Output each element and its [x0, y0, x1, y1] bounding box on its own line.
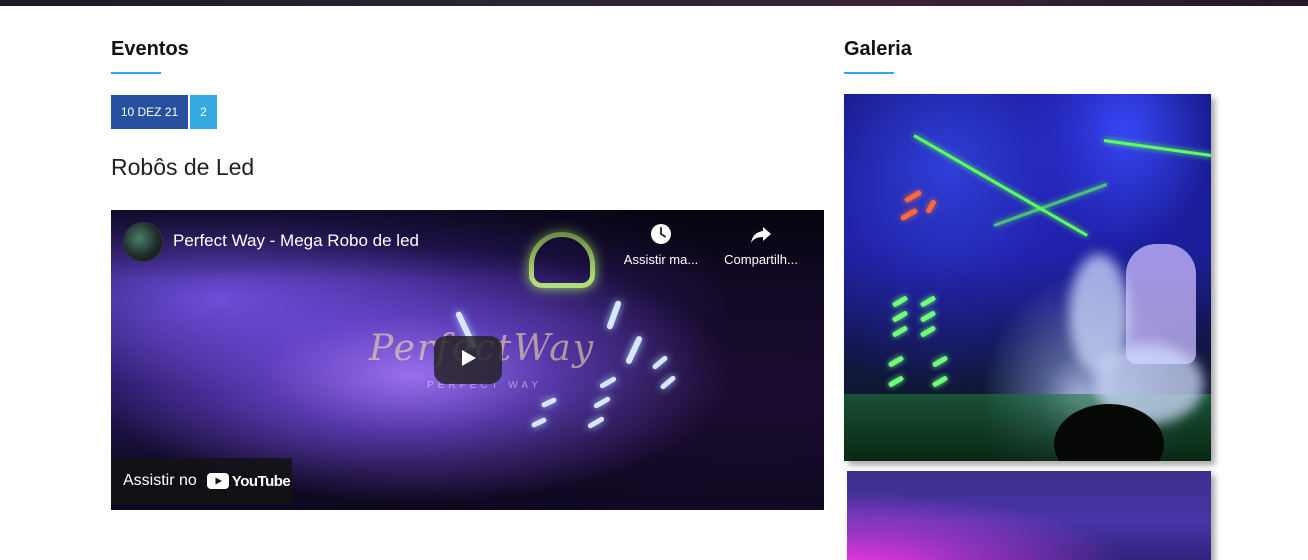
- led-strip: [659, 374, 677, 391]
- youtube-logo-icon: YouTube: [206, 472, 291, 490]
- events-section: Eventos 10 DEZ 21 2 Robôs de Led Perfect…: [111, 36, 824, 510]
- led-strip: [624, 335, 644, 365]
- channel-avatar[interactable]: [123, 222, 163, 262]
- gallery-heading: Galeria: [844, 38, 912, 60]
- video-header: Perfect Way - Mega Robo de led Assistir …: [111, 210, 824, 280]
- watch-on-label: Assistir no: [123, 472, 197, 489]
- robot-led: [887, 355, 905, 368]
- clock-icon: [649, 222, 673, 246]
- robot-led: [891, 310, 909, 323]
- led-strip: [540, 396, 558, 409]
- robot-led: [899, 207, 919, 222]
- video-title[interactable]: Perfect Way - Mega Robo de led: [173, 231, 419, 251]
- led-strip: [530, 416, 548, 429]
- robot-led: [931, 375, 949, 388]
- robot-led: [919, 325, 937, 338]
- events-heading-underline: [111, 72, 161, 74]
- watch-on-youtube-button[interactable]: Assistir no YouTube: [111, 458, 292, 504]
- youtube-video-embed[interactable]: PerfectWay PERFECT WAY Perfect Way - Meg…: [111, 210, 824, 510]
- led-strip: [606, 299, 622, 331]
- watch-later-button[interactable]: Assistir ma...: [618, 222, 704, 267]
- event-title[interactable]: Robôs de Led: [111, 153, 824, 181]
- led-strip: [586, 415, 606, 430]
- led-strip: [651, 354, 669, 371]
- robot-led: [931, 355, 949, 368]
- watch-later-label: Assistir ma...: [623, 252, 699, 267]
- led-strip: [592, 395, 612, 410]
- gallery-section: Galeria: [844, 36, 1211, 560]
- robot-led: [891, 325, 909, 338]
- event-count-badge[interactable]: 2: [190, 95, 217, 129]
- led-strip: [598, 375, 618, 390]
- share-button[interactable]: Compartilh...: [718, 222, 804, 267]
- robot-led: [887, 375, 905, 388]
- laser-beam: [1103, 139, 1211, 158]
- gallery-photo[interactable]: [847, 471, 1211, 560]
- event-date-badges: 10 DEZ 21 2: [111, 95, 824, 129]
- play-button[interactable]: [434, 336, 502, 384]
- play-icon: [458, 348, 478, 373]
- robot-led: [919, 295, 937, 308]
- events-heading: Eventos: [111, 38, 189, 60]
- robot-led: [919, 310, 937, 323]
- top-bar: [0, 0, 1308, 6]
- youtube-brand: YouTube: [231, 472, 291, 490]
- robot-led: [925, 199, 937, 214]
- share-label: Compartilh...: [724, 252, 798, 267]
- share-icon: [749, 222, 773, 246]
- gallery-photo[interactable]: [844, 94, 1211, 461]
- robot-led: [903, 189, 923, 204]
- gallery-heading-underline: [844, 72, 894, 74]
- event-date-badge: 10 DEZ 21: [111, 95, 188, 129]
- robot-led: [891, 295, 909, 308]
